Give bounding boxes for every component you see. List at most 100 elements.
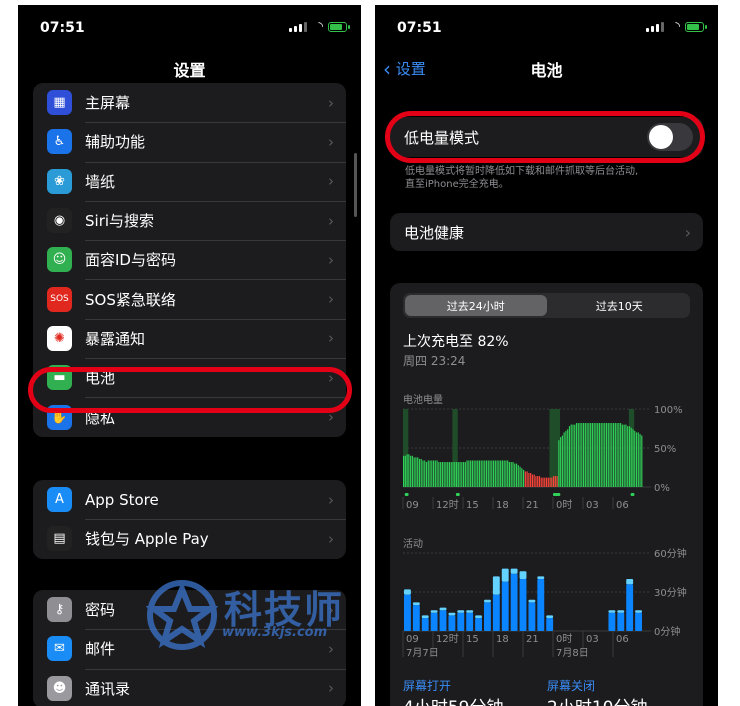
battery-bar [501, 460, 503, 487]
x-tick-label: 21 [526, 634, 539, 645]
battery-status-icon [328, 22, 350, 32]
battery-bar [494, 460, 496, 487]
battery-bar [572, 424, 574, 487]
battery-bar [484, 460, 486, 487]
battery-bar [517, 465, 519, 487]
battery-bar [577, 423, 579, 487]
battery-bar [408, 454, 410, 487]
battery-bar [507, 460, 509, 487]
battery-bar [454, 462, 456, 487]
battery-bar [403, 455, 405, 487]
battery-bar [500, 460, 502, 487]
battery-bar [470, 460, 472, 487]
screen-off-bar [457, 610, 465, 613]
battery-bar [639, 433, 641, 487]
battery-bar [410, 455, 412, 487]
wifi-icon: ◝ [318, 19, 323, 33]
settings-row-siri[interactable]: ◉ Siri与搜索 › [33, 200, 346, 240]
battery-status-icon [685, 22, 707, 32]
battery-bar [554, 476, 556, 487]
screen-on-bar [484, 602, 491, 631]
low-power-footnote: 低电量模式将暂时降低如下载和邮件抓取等后台活动, 直至iPhone完全充电。 [405, 166, 639, 190]
battery-bar [627, 426, 629, 487]
battery-bar [607, 423, 609, 487]
wifi-icon: ◝ [675, 19, 680, 33]
settings-row-wallpaper[interactable]: ❀ 墙纸 › [33, 161, 346, 201]
battery-bar [406, 454, 408, 487]
battery-bar [420, 458, 422, 487]
settings-row-sos[interactable]: SOS SOS紧急联络 › [33, 279, 346, 318]
battery-bar [613, 423, 615, 487]
settings-row-accessibility[interactable]: ♿ 辅助功能 › [33, 122, 346, 161]
battery-bar [621, 424, 623, 487]
y-tick-label: 0% [654, 483, 670, 494]
status-bar: 07:51 ◝ [375, 5, 718, 55]
battery-bar [632, 429, 634, 487]
settings-row-app-store[interactable]: A App Store › [33, 480, 346, 519]
battery-bar [575, 423, 578, 487]
status-time: 07:51 [397, 20, 442, 36]
battery-bar [614, 423, 616, 487]
x-tick-label: 06 [616, 634, 629, 645]
battery-screen: 07:51 ◝ ‹ 设置 电池 低电量模式 低电量模式将暂时降低如下载和邮件抓取… [375, 5, 718, 706]
battery-bar [625, 424, 627, 487]
battery-bar [637, 432, 639, 487]
screen-on-bar [421, 618, 429, 631]
battery-bar [605, 423, 608, 487]
chevron-right-icon: › [328, 679, 334, 698]
screen-on-bar [546, 618, 554, 631]
settings-row-label: 面容ID与密码 [85, 251, 176, 270]
x-tick-label: 21 [526, 500, 539, 511]
settings-row-home-screen[interactable]: ▦ 主屏幕 › [33, 83, 346, 122]
battery-bar [425, 462, 428, 487]
battery-bar [433, 460, 435, 487]
settings-row-exposure[interactable]: ✺ 暴露通知 › [33, 318, 346, 358]
settings-row-label: 辅助功能 [85, 133, 146, 152]
home-screen-icon: ▦ [47, 90, 72, 116]
battery-bar [452, 462, 454, 487]
battery-bar [448, 462, 451, 487]
settings-row-contacts[interactable]: ☻ 通讯录 › [33, 668, 346, 706]
segment-10d[interactable]: 过去10天 [549, 293, 691, 318]
settings-row-face-id[interactable]: ☺ 面容ID与密码 › [33, 240, 346, 279]
battery-bar [473, 460, 475, 487]
status-time: 07:51 [40, 20, 85, 36]
settings-row-label: 主屏幕 [85, 94, 131, 113]
battery-bar [455, 462, 458, 487]
battery-bar [579, 423, 581, 487]
x-tick-label: 18 [496, 500, 509, 511]
battery-bar [616, 423, 618, 487]
battery-bar [482, 460, 484, 487]
y-tick-label: 30分钟 [654, 586, 687, 599]
screen-on-bar [626, 584, 634, 631]
battery-bar [468, 460, 470, 487]
screen-off-bar [448, 612, 456, 616]
screen-off-bar [412, 602, 420, 605]
screen-on-bar [439, 610, 447, 631]
battery-bar [489, 460, 491, 487]
usage-card: 过去24小时 过去10天 上次充电至 82% 周四 23:24 电池电量 100… [390, 283, 703, 706]
chevron-right-icon: › [328, 529, 334, 548]
battery-bar [418, 458, 421, 487]
battery-bar [591, 423, 593, 487]
battery-bar [427, 460, 429, 487]
battery-bar [556, 476, 558, 487]
x-tick-label: 03 [586, 634, 599, 645]
chevron-right-icon: › [328, 211, 334, 230]
screen-off-label: 屏幕关闭 [547, 679, 596, 693]
charging-marker [455, 493, 460, 496]
battery-bar [510, 462, 512, 487]
battery-bar [424, 460, 426, 487]
activity-chart: 60分钟 30分钟 0分钟 09 12时 15 18 21 0时 03 06 7月7日 7月8日 [402, 547, 687, 659]
battery-bar [533, 474, 535, 487]
contacts-icon: ☻ [47, 675, 72, 701]
segment-24h[interactable]: 过去24小时 [405, 295, 547, 316]
screen-off-bar [635, 610, 642, 613]
battery-health-row[interactable]: 电池健康 › [390, 213, 703, 251]
battery-bar [505, 460, 507, 487]
settings-row-wallet[interactable]: ▤ 钱包与 Apple Pay › [33, 519, 346, 558]
battery-bar [628, 426, 631, 487]
scrollbar[interactable] [354, 153, 357, 217]
battery-bar [434, 460, 436, 487]
screen-off-bar [439, 607, 447, 611]
